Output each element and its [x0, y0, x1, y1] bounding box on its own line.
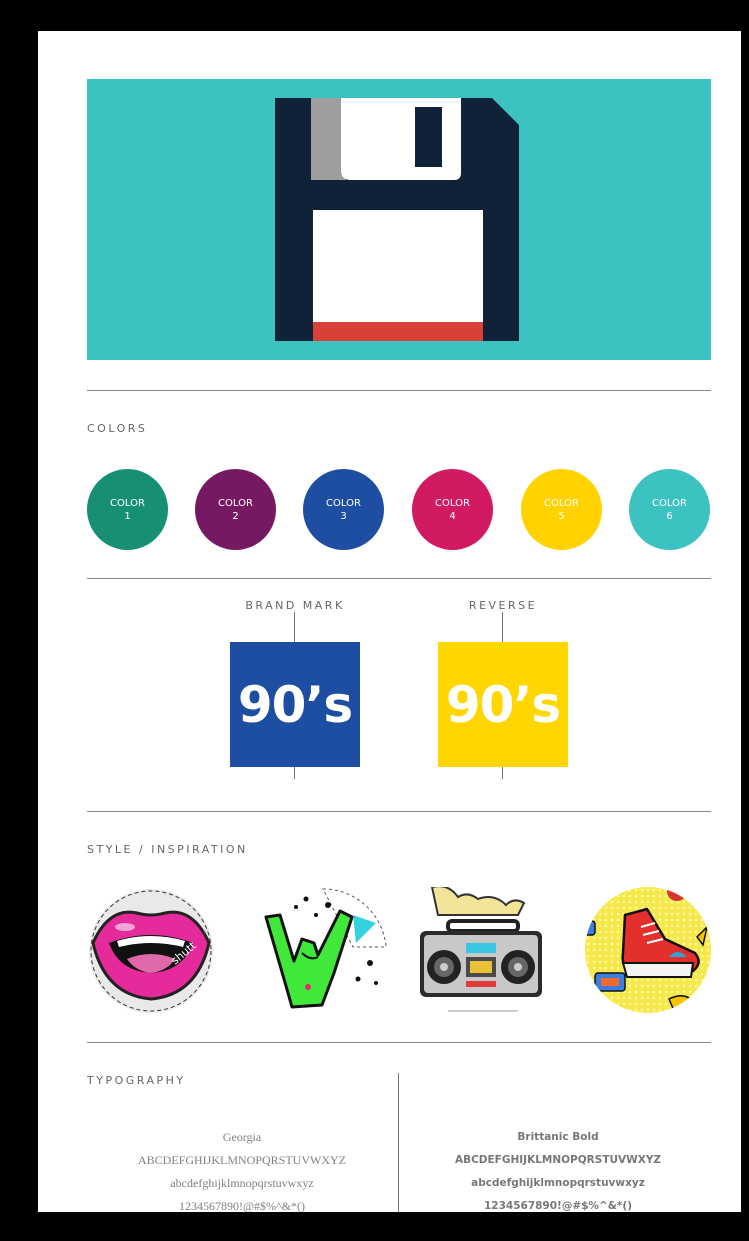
leader-line — [502, 767, 503, 779]
brand-mark-text: 90’s — [237, 675, 353, 734]
swatch-label: COLOR — [218, 497, 253, 509]
divider — [87, 578, 711, 579]
leader-line — [294, 767, 295, 779]
floppy-disk-icon — [275, 98, 519, 341]
typeface-uppercase: ABCDEFGHIJKLMNOPQRSTUVWXYZ — [454, 1154, 662, 1166]
disk-shutter — [341, 98, 461, 180]
leader-line — [294, 612, 295, 642]
lips-sticker-image: shutt — [89, 889, 213, 1013]
color-swatch-4: COLOR 4 — [412, 469, 493, 550]
typography-column-divider — [398, 1073, 399, 1212]
typeface-georgia-sample: Georgia ABCDEFGHIJKLMNOPQRSTUVWXYZ abcde… — [87, 1126, 397, 1212]
swatch-number: 2 — [232, 510, 239, 522]
typeface-digits: 1234567890!@#$%^&*() — [483, 1200, 632, 1212]
swatch-number: 4 — [449, 510, 456, 522]
swatch-label: COLOR — [110, 497, 145, 509]
sneaker-pattern-image — [585, 887, 711, 1013]
typeface-lowercase: abcdefghijklmnopqrstuvwxyz — [170, 1176, 314, 1190]
color-swatch-5: COLOR 5 — [521, 469, 602, 550]
color-swatch-3: COLOR 3 — [303, 469, 384, 550]
leader-line — [502, 612, 503, 642]
swatch-label: COLOR — [326, 497, 361, 509]
disk-label — [313, 210, 483, 322]
divider — [87, 1042, 711, 1043]
boombox-image — [420, 887, 542, 1012]
swatch-number: 3 — [340, 510, 347, 522]
swatch-number: 1 — [124, 510, 131, 522]
brand-mark-tile: 90’s — [230, 642, 360, 767]
rock-hand-image — [264, 888, 387, 1009]
brand-mark-label: BRAND MARK — [245, 599, 345, 612]
hero-banner — [87, 79, 711, 360]
disk-label-stripe — [313, 322, 483, 341]
typeface-name: Brittanic Bold — [517, 1131, 599, 1143]
reverse-mark-label: REVERSE — [468, 599, 538, 612]
disk-shutter-window — [415, 107, 442, 167]
typeface-lowercase: abcdefghijklmnopqrstuvwxyz — [471, 1177, 645, 1189]
typeface-digits: 1234567890!@#$%^&*() — [179, 1199, 305, 1212]
typeface-uppercase: ABCDEFGHIJKLMNOPQRSTUVWXYZ — [137, 1153, 346, 1167]
swatch-number: 5 — [558, 510, 565, 522]
color-swatch-6: COLOR 6 — [629, 469, 710, 550]
reverse-mark-tile: 90’s — [438, 642, 568, 767]
swatch-label: COLOR — [652, 497, 687, 509]
style-guide-page: COLORS COLOR 1 COLOR 2 COLOR 3 COLOR 4 C… — [38, 31, 741, 1212]
swatch-label: COLOR — [435, 497, 470, 509]
swatch-label: COLOR — [544, 497, 579, 509]
color-swatch-2: COLOR 2 — [195, 469, 276, 550]
typeface-name: Georgia — [222, 1130, 262, 1144]
swatch-number: 6 — [666, 510, 673, 522]
typography-heading: TYPOGRAPHY — [87, 1074, 186, 1087]
color-swatch-1: COLOR 1 — [87, 469, 168, 550]
divider — [87, 811, 711, 812]
colors-heading: COLORS — [87, 422, 148, 435]
disk-shutter-gray — [311, 98, 346, 180]
style-inspiration-heading: STYLE / INSPIRATION — [87, 843, 248, 856]
reverse-mark-text: 90’s — [445, 675, 561, 734]
divider — [87, 390, 711, 391]
typeface-brittanic-sample: Brittanic Bold ABCDEFGHIJKLMNOPQRSTUVWXY… — [403, 1126, 713, 1212]
